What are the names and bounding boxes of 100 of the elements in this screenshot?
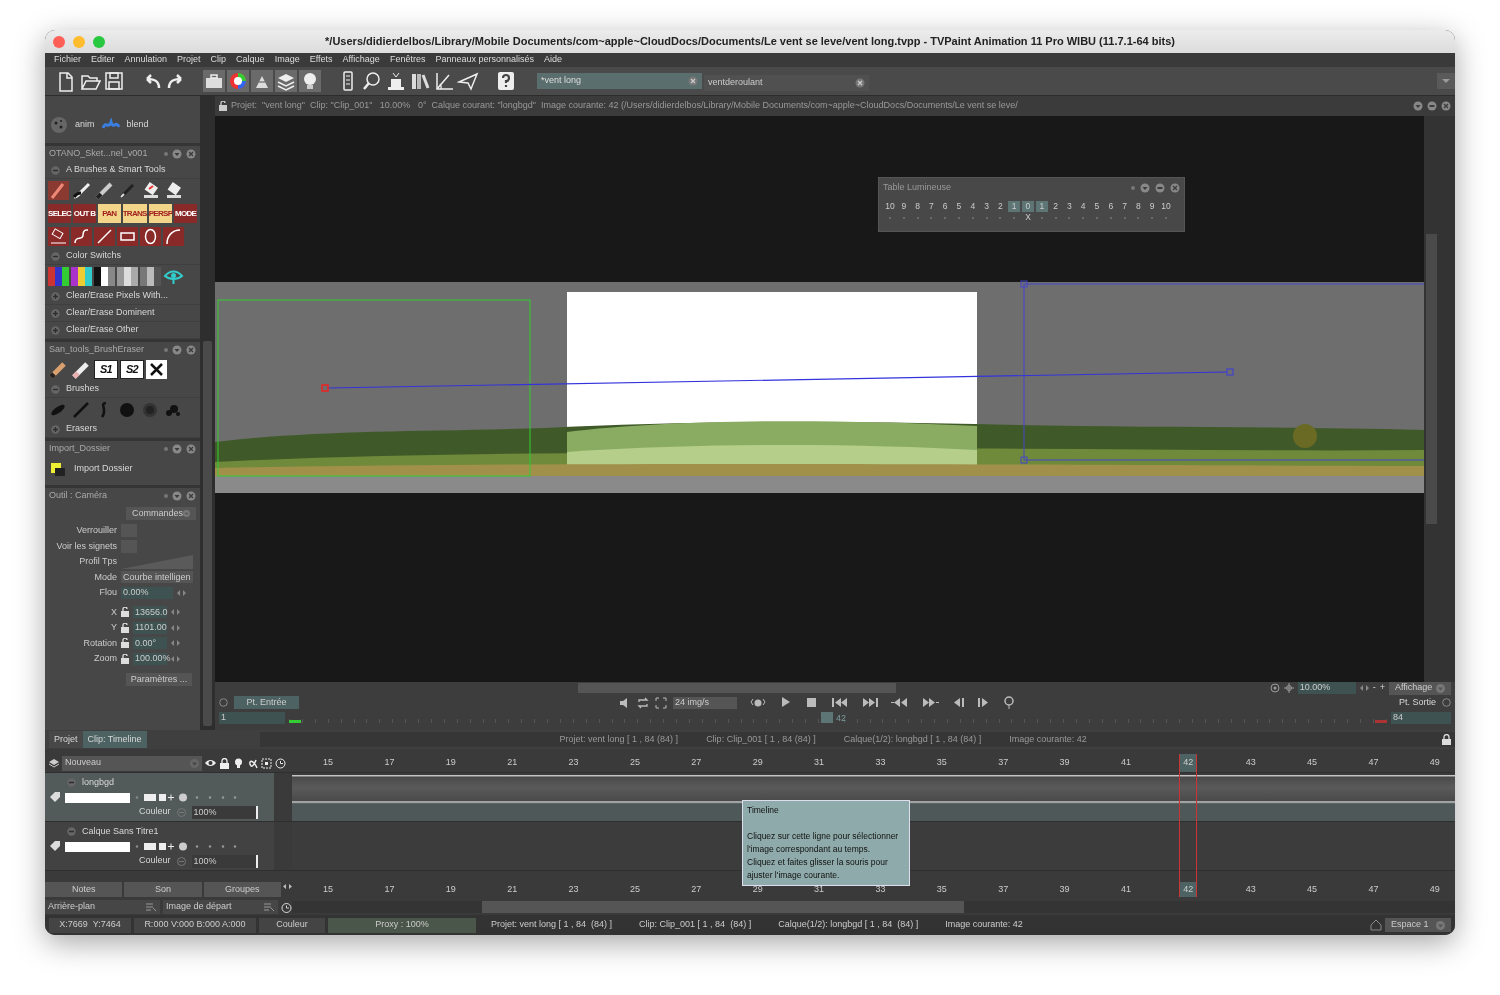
previous-frame-icon[interactable] <box>951 696 965 709</box>
light-table-cell[interactable]: 2 <box>1049 200 1062 212</box>
commands-dropdown[interactable]: Commandes <box>126 507 196 520</box>
magnifier-icon[interactable] <box>361 70 383 92</box>
stepper-icon[interactable] <box>171 624 180 631</box>
menu-item[interactable]: Annulation <box>119 53 173 67</box>
hand-scrub-icon[interactable] <box>749 696 767 709</box>
light-table-cell[interactable]: 2 <box>994 200 1007 212</box>
frame-number[interactable]: 39 <box>1056 754 1073 772</box>
proxy-indicator[interactable]: Proxy : 100% <box>328 917 476 933</box>
light-table-cell[interactable]: 6 <box>1104 200 1117 212</box>
stamp-button[interactable]: S1 <box>94 360 118 379</box>
lock-icon[interactable] <box>121 607 129 618</box>
expand-icon[interactable] <box>51 424 60 434</box>
frame-number[interactable]: 23 <box>565 754 582 772</box>
last-frame-icon[interactable] <box>861 696 879 709</box>
line-icon[interactable] <box>94 227 115 246</box>
layer-name[interactable]: longbgd <box>82 776 115 790</box>
tool-button[interactable]: MODE <box>174 204 197 223</box>
value-field[interactable]: 13656.0 <box>133 606 167 619</box>
stepper-icon[interactable] <box>171 609 180 616</box>
marker-icon[interactable] <box>1003 696 1015 709</box>
frame-number[interactable]: 15 <box>320 754 336 772</box>
help-icon[interactable] <box>495 70 517 92</box>
section-label[interactable]: Clear/Erase Other <box>66 323 139 337</box>
magic-hat-icon[interactable] <box>385 70 407 92</box>
fullscreen-icon[interactable] <box>655 696 667 709</box>
stepper-icon[interactable] <box>177 589 186 596</box>
project-tab[interactable]: *vent long <box>537 73 702 89</box>
camera-frame[interactable] <box>217 299 531 477</box>
menu-item[interactable]: Clip <box>205 53 232 67</box>
minimize-icon[interactable] <box>1427 101 1437 111</box>
color-wheel-icon[interactable] <box>227 70 249 92</box>
frame-number[interactable]: 41 <box>1117 754 1134 772</box>
save-icon[interactable] <box>103 70 125 92</box>
paper-plane-icon[interactable] <box>457 70 479 92</box>
rectangle-icon[interactable] <box>117 227 138 246</box>
frame-number[interactable]: 33 <box>872 754 889 772</box>
chart-icon[interactable] <box>433 70 455 92</box>
light-table-cell[interactable]: 10 <box>884 200 896 212</box>
value-field[interactable]: 0.00° <box>133 637 167 650</box>
stepper-icon[interactable] <box>171 640 180 647</box>
opacity-field[interactable]: 100% <box>191 805 258 819</box>
blend-toggle-icon[interactable] <box>176 807 186 817</box>
timeline-button[interactable]: Groupes <box>203 882 281 897</box>
close-button[interactable] <box>53 35 65 48</box>
tool-button[interactable]: PAN <box>97 204 121 223</box>
light-table-cell[interactable]: 9 <box>1146 200 1159 212</box>
frame-number[interactable]: 42 <box>1179 754 1198 772</box>
layer-row[interactable]: longbgd Couleur 100% <box>45 773 274 821</box>
fps-select[interactable]: 24 img/s <box>673 696 737 709</box>
timeline-button[interactable]: Notes <box>45 882 123 897</box>
eraser-pencil-icon[interactable] <box>71 360 92 379</box>
mode-select[interactable]: Courbe intelligen <box>121 571 193 584</box>
options-icon[interactable] <box>1442 698 1451 707</box>
frame-number[interactable]: 27 <box>688 882 705 897</box>
end-frame-field[interactable]: 84 <box>1391 711 1451 724</box>
tool-button[interactable]: OUT B <box>73 204 96 223</box>
collapse-icon[interactable] <box>51 384 60 394</box>
frame-number[interactable]: 27 <box>688 754 705 772</box>
opacity-field[interactable]: 100% <box>191 854 258 868</box>
frame-number[interactable]: 17 <box>381 754 398 772</box>
loop-icon[interactable] <box>637 696 649 709</box>
layer-tools-icon[interactable] <box>134 842 174 852</box>
first-frame-icon[interactable] <box>831 696 849 709</box>
section-label[interactable]: Clear/Erase Dominent <box>66 306 155 320</box>
panel-menu-icon[interactable] <box>172 149 182 159</box>
scrollbar-thumb[interactable] <box>578 683 896 693</box>
light-table-dots-icon[interactable] <box>178 842 238 852</box>
close-icon[interactable] <box>186 149 196 159</box>
frame-number[interactable]: 19 <box>442 882 459 897</box>
frame-number[interactable]: 37 <box>995 882 1012 897</box>
layer-track[interactable] <box>292 773 1455 821</box>
zoom-in-button[interactable]: + <box>1379 681 1385 695</box>
light-bulb-icon[interactable] <box>233 757 244 769</box>
menu-item[interactable]: Calque <box>231 53 270 67</box>
workspace-icon[interactable] <box>1370 919 1382 931</box>
menu-item[interactable]: Effets <box>304 53 338 67</box>
timeline-tab[interactable]: Projet <box>49 730 83 749</box>
scrollbar-thumb[interactable] <box>482 901 964 913</box>
lock-icon[interactable] <box>121 638 129 649</box>
options-icon[interactable] <box>219 698 228 707</box>
menu-item[interactable]: Affichage <box>337 53 385 67</box>
close-icon[interactable] <box>855 77 865 88</box>
frame-number[interactable]: 45 <box>1304 754 1320 772</box>
tag-icon[interactable] <box>49 792 60 804</box>
resize-icon[interactable] <box>283 882 292 891</box>
scrollbar-thumb[interactable] <box>203 341 212 726</box>
target-icon[interactable] <box>1269 683 1280 693</box>
pen-icon[interactable] <box>94 181 115 200</box>
panel-menu-icon[interactable] <box>1140 182 1150 193</box>
brush-icon[interactable] <box>71 181 92 200</box>
light-table-cell[interactable]: 8 <box>1132 200 1145 212</box>
in-point-button[interactable]: Pt. Entrée <box>234 696 299 709</box>
panel-menu-icon[interactable] <box>172 444 182 454</box>
stamp-button[interactable]: S2 <box>120 360 144 379</box>
cross-stamp-icon[interactable] <box>146 360 167 379</box>
layer-row[interactable]: Calque Sans Titre1 Couleur 100% <box>45 822 274 870</box>
light-table-cell[interactable]: 7 <box>1118 200 1131 212</box>
frame-number[interactable]: 15 <box>320 882 336 897</box>
